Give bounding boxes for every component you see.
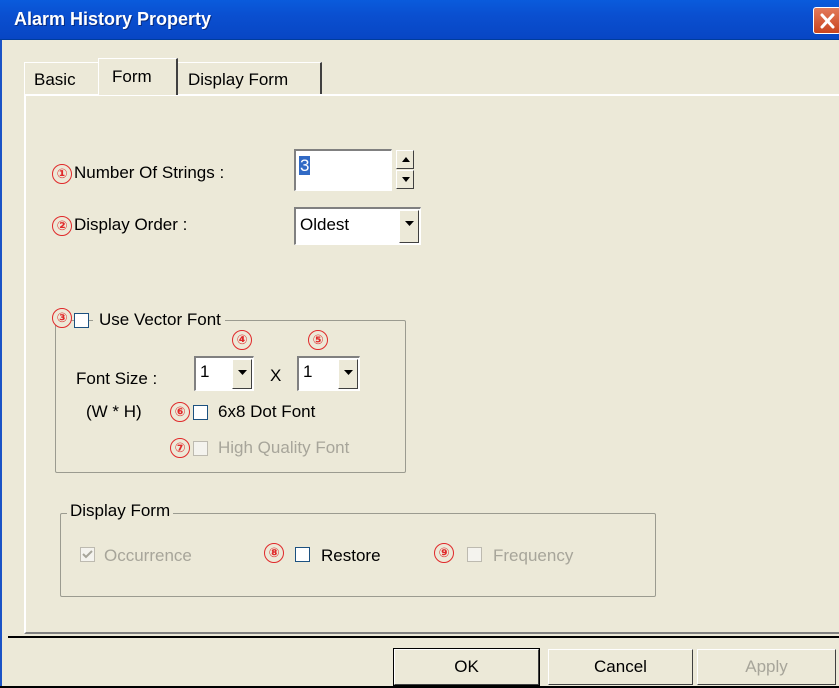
display-order-value: Oldest bbox=[300, 215, 350, 234]
times-label: X bbox=[270, 366, 282, 385]
window-frame-left bbox=[0, 40, 2, 688]
tab-form-label: Form bbox=[112, 67, 152, 86]
tab-basic[interactable]: Basic bbox=[24, 62, 100, 94]
number-of-strings-input[interactable]: 3 bbox=[294, 149, 392, 191]
tab-display-form-label: Display Form bbox=[188, 70, 289, 89]
close-icon bbox=[820, 13, 835, 29]
arrow-up-icon bbox=[402, 157, 410, 162]
dropdown-arrow-icon bbox=[405, 221, 414, 226]
font-height-select[interactable]: 1 bbox=[297, 356, 360, 391]
marker-7: ⑦ bbox=[170, 438, 190, 458]
display-order-dropdown-button[interactable] bbox=[399, 210, 419, 243]
font-width-value: 1 bbox=[200, 362, 210, 381]
marker-5: ⑤ bbox=[308, 330, 328, 350]
marker-8: ⑧ bbox=[264, 543, 284, 563]
marker-6: ⑥ bbox=[170, 402, 190, 422]
number-of-strings-value: 3 bbox=[299, 156, 311, 175]
ok-button-label: OK bbox=[454, 657, 479, 676]
font-size-label: Font Size : bbox=[76, 369, 158, 388]
dropdown-arrow-icon bbox=[344, 370, 353, 375]
ok-button[interactable]: OK bbox=[393, 648, 540, 686]
font-width-dropdown-button[interactable] bbox=[232, 359, 252, 389]
tab-basic-label: Basic bbox=[34, 70, 76, 89]
font-height-dropdown-button[interactable] bbox=[338, 359, 358, 389]
use-vector-font-label: Use Vector Font bbox=[93, 310, 225, 330]
dot-font-checkbox[interactable] bbox=[193, 405, 208, 420]
high-quality-font-checkbox[interactable] bbox=[193, 441, 208, 456]
marker-1: ① bbox=[52, 164, 72, 184]
font-width-select[interactable]: 1 bbox=[194, 356, 254, 391]
arrow-down-icon bbox=[402, 177, 410, 182]
frequency-label: Frequency bbox=[493, 546, 574, 565]
display-order-select[interactable]: Oldest bbox=[294, 207, 421, 245]
title-bar: Alarm History Property bbox=[0, 0, 839, 40]
number-of-strings-label: Number Of Strings : bbox=[74, 163, 225, 182]
high-quality-font-label: High Quality Font bbox=[218, 438, 350, 457]
dot-font-label: 6x8 Dot Font bbox=[218, 402, 316, 421]
occurrence-label: Occurrence bbox=[104, 546, 192, 565]
font-height-value: 1 bbox=[303, 362, 313, 381]
cancel-button[interactable]: Cancel bbox=[548, 649, 693, 685]
tab-form[interactable]: Form bbox=[98, 58, 178, 95]
marker-4: ④ bbox=[232, 330, 252, 350]
use-vector-font-checkbox[interactable] bbox=[74, 313, 89, 328]
close-button[interactable] bbox=[813, 7, 839, 34]
display-order-label: Display Order : bbox=[74, 215, 188, 234]
window-title: Alarm History Property bbox=[14, 9, 212, 29]
marker-9: ⑨ bbox=[434, 543, 454, 563]
frequency-checkbox[interactable] bbox=[467, 547, 482, 562]
spin-up-button[interactable] bbox=[396, 150, 414, 169]
marker-3: ③ bbox=[52, 308, 72, 328]
restore-checkbox[interactable] bbox=[295, 547, 310, 562]
apply-button[interactable]: Apply bbox=[697, 649, 836, 685]
restore-label: Restore bbox=[321, 546, 381, 565]
tab-display-form[interactable]: Display Form bbox=[178, 62, 322, 94]
occurrence-checkbox[interactable] bbox=[80, 547, 95, 562]
apply-button-label: Apply bbox=[745, 657, 788, 676]
spin-down-button[interactable] bbox=[396, 170, 414, 189]
cancel-button-label: Cancel bbox=[594, 657, 647, 676]
display-form-group-title: Display Form bbox=[67, 501, 174, 521]
wh-label: (W * H) bbox=[86, 402, 142, 421]
marker-2: ② bbox=[52, 216, 72, 236]
check-icon bbox=[82, 550, 93, 559]
panel-divider bbox=[8, 636, 839, 638]
dropdown-arrow-icon bbox=[238, 370, 247, 375]
